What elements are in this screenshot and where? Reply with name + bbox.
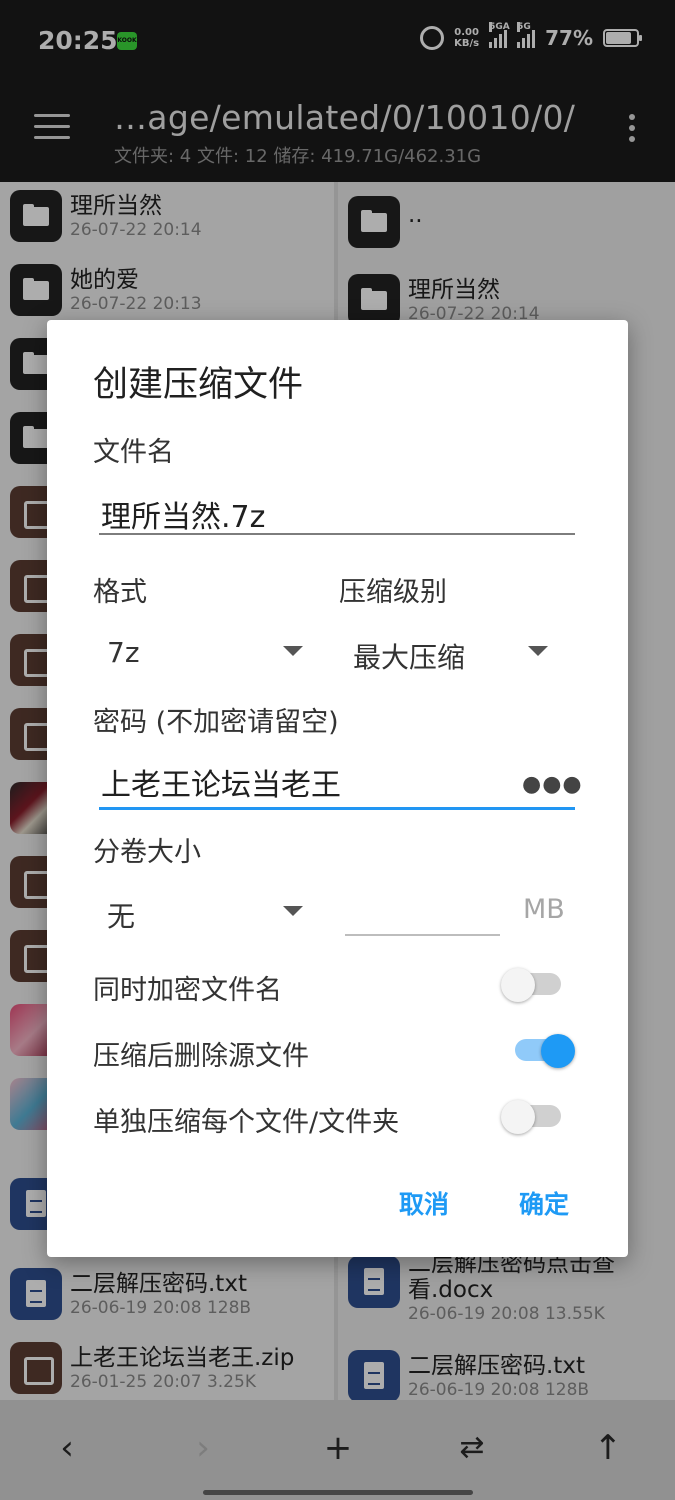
confirm-button[interactable]: 确定: [519, 1185, 569, 1221]
toggle-label: 同时加密文件名: [93, 975, 282, 1006]
password-label: 密码 (不加密请留空): [93, 707, 339, 738]
volume-size-input[interactable]: [345, 934, 500, 936]
format-label: 格式: [93, 577, 147, 608]
filename-underline: [99, 533, 575, 535]
show-password-icon[interactable]: ●●●: [522, 772, 583, 797]
compression-level-label: 压缩级别: [339, 577, 447, 608]
toggle-label: 单独压缩每个文件/文件夹: [93, 1107, 400, 1138]
encrypt-filenames-toggle[interactable]: [501, 966, 563, 1002]
volume-size-label: 分卷大小: [93, 837, 201, 868]
format-select[interactable]: 7z: [107, 636, 140, 669]
chevron-down-icon[interactable]: [528, 646, 548, 656]
volume-unit: MB: [523, 894, 565, 925]
delete-source-toggle[interactable]: [513, 1032, 575, 1068]
chevron-down-icon[interactable]: [283, 646, 303, 656]
chevron-down-icon[interactable]: [283, 906, 303, 916]
compress-separately-toggle[interactable]: [501, 1098, 563, 1134]
toggle-label: 压缩后删除源文件: [93, 1041, 309, 1072]
volume-size-select[interactable]: 无: [107, 895, 135, 935]
filename-label: 文件名: [93, 437, 174, 468]
cancel-button[interactable]: 取消: [399, 1185, 449, 1221]
password-field[interactable]: 上老王论坛当老王: [101, 760, 341, 804]
password-underline: [99, 807, 575, 810]
filename-field[interactable]: 理所当然.7z: [101, 492, 265, 536]
create-archive-dialog: 创建压缩文件 文件名 理所当然.7z 格式 压缩级别 7z 最大压缩 密码 (不…: [47, 320, 628, 1257]
dialog-title: 创建压缩文件: [93, 365, 304, 405]
compression-level-select[interactable]: 最大压缩: [353, 636, 465, 676]
